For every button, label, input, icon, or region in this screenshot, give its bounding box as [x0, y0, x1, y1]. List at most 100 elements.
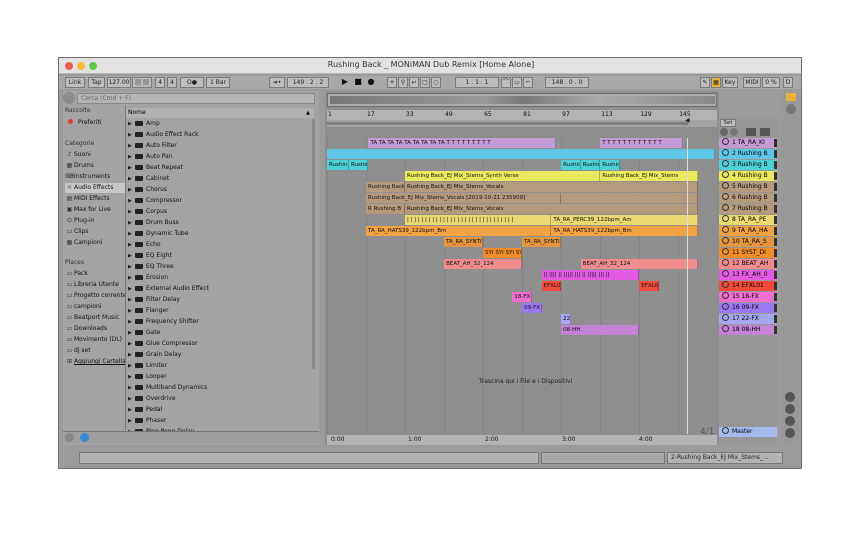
- browser-scrollbar[interactable]: [312, 119, 315, 369]
- arrangement-position[interactable]: 149 . 2 . 2: [287, 77, 329, 88]
- expand-arrow-icon[interactable]: ▶: [128, 152, 135, 162]
- arrangement-clip[interactable]: [561, 193, 698, 203]
- browser-item[interactable]: ▶ Auto Filter: [128, 141, 308, 151]
- loop-length-field[interactable]: 148 . 0 . 0: [545, 77, 589, 88]
- place-item[interactable]: ▭ Libreria Utente: [65, 280, 125, 290]
- sends-toggle-icon[interactable]: [785, 404, 795, 414]
- expand-arrow-icon[interactable]: ▶: [128, 141, 135, 151]
- arrangement-clip[interactable]: EFXL0: [639, 281, 659, 291]
- category-drums[interactable]: ▦ Drums: [65, 161, 125, 171]
- track-header[interactable]: 3 Rushing B: [719, 160, 777, 170]
- expand-arrow-icon[interactable]: ▶: [128, 130, 135, 140]
- track-header[interactable]: 9 TA_RA_HA: [719, 226, 777, 236]
- quantization-select[interactable]: 1 Bar: [206, 77, 230, 88]
- expand-arrow-icon[interactable]: ▶: [128, 383, 135, 393]
- category-suoni[interactable]: ♪ Suoni: [65, 150, 125, 160]
- browser-item[interactable]: ▶ Auto Pan: [128, 152, 308, 162]
- time-ruler[interactable]: [327, 435, 717, 445]
- stop-icon[interactable]: ■: [353, 77, 363, 88]
- track-header[interactable]: 14 EFXL01: [719, 281, 777, 291]
- expand-arrow-icon[interactable]: ▶: [128, 218, 135, 228]
- track-activator-icon[interactable]: [722, 303, 729, 310]
- expand-arrow-icon[interactable]: ▶: [128, 306, 135, 316]
- tempo-nudge[interactable]: ||| |||: [132, 77, 152, 88]
- link-button[interactable]: Link: [65, 77, 85, 88]
- computer-keyboard-icon[interactable]: ▦: [711, 77, 721, 88]
- expand-arrow-icon[interactable]: ▶: [128, 350, 135, 360]
- session-view-icon[interactable]: [786, 104, 796, 114]
- track-header[interactable]: 4 Rushing B: [719, 171, 777, 181]
- arrangement-clip[interactable]: Rushing Back_EJ Mix_Stems_Synth Verse: [405, 171, 601, 181]
- arrangement-clip[interactable]: TA_RA_SYNTI: [444, 237, 484, 247]
- browser-item[interactable]: ▶ Echo: [128, 240, 308, 250]
- arrangement-clip[interactable]: Rushin: [327, 160, 349, 170]
- metronome-button[interactable]: O●: [180, 77, 204, 88]
- expand-arrow-icon[interactable]: ▶: [128, 119, 135, 129]
- arrangement-clip[interactable]: SYI SYI SYI SYI: [483, 248, 523, 258]
- track-activator-icon[interactable]: [722, 171, 729, 178]
- arrangement-clip[interactable]: TA TA TA TA TA TA TA TA TA T T T T T T T…: [368, 138, 557, 148]
- clip-area[interactable]: Trascina qui i File e i Dispositivi TA T…: [327, 138, 717, 434]
- browser-item[interactable]: ▶ External Audio Effect: [128, 284, 308, 294]
- track-activator-icon[interactable]: [722, 270, 729, 277]
- browser-item[interactable]: ▶ Phaser: [128, 416, 308, 426]
- arrangement-clip[interactable]: TA_RA_HATS39_122bpm_Bm: [551, 226, 698, 236]
- track-header[interactable]: 8 TA_RA_PE: [719, 215, 777, 225]
- arrangement-clip[interactable]: 08-HH: [561, 325, 640, 335]
- expand-arrow-icon[interactable]: ▶: [128, 361, 135, 371]
- signature-numerator[interactable]: 4: [155, 77, 165, 88]
- track-header[interactable]: 7 Rushing B: [719, 204, 777, 214]
- expand-arrow-icon[interactable]: ▶: [128, 372, 135, 382]
- reenable-automation-icon[interactable]: ↩: [409, 77, 419, 88]
- info-view-icon[interactable]: [786, 93, 796, 101]
- place-item[interactable]: ⊞Aggiungi Cartella...: [65, 357, 125, 367]
- play-icon[interactable]: ▶: [340, 77, 350, 88]
- expand-arrow-icon[interactable]: ▶: [128, 339, 135, 349]
- track-activator-icon[interactable]: [722, 226, 729, 233]
- track-header[interactable]: 10 TA_RA_S: [719, 237, 777, 247]
- arrangement-clip[interactable]: [327, 149, 715, 159]
- expand-arrow-icon[interactable]: ▶: [128, 416, 135, 426]
- expand-arrow-icon[interactable]: ▶: [128, 185, 135, 195]
- browser-item[interactable]: ▶ Drum Buss: [128, 218, 308, 228]
- browser-item[interactable]: ▶ Overdrive: [128, 394, 308, 404]
- punch-out-icon[interactable]: ⌐: [523, 77, 533, 88]
- browser-toggle-icon[interactable]: [63, 92, 75, 104]
- sort-arrow-icon[interactable]: ▲: [306, 108, 310, 118]
- browser-item[interactable]: ▶ Pedal: [128, 405, 308, 415]
- loop-brace[interactable]: [327, 122, 688, 125]
- overview-strip[interactable]: [327, 93, 717, 107]
- browser-item[interactable]: ▶ Erosion: [128, 273, 308, 283]
- browser-item[interactable]: ▶ Glue Compressor: [128, 339, 308, 349]
- browser-item[interactable]: ▶ EQ Three: [128, 262, 308, 272]
- browser-item[interactable]: ▶ Flanger: [128, 306, 308, 316]
- detail-waveform-thumb[interactable]: [541, 452, 665, 464]
- expand-arrow-icon[interactable]: ▶: [128, 207, 135, 217]
- arrangement-clip[interactable]: Rushin: [561, 160, 581, 170]
- arrangement-clip[interactable]: T T T T T T T T T T T T: [600, 138, 684, 148]
- place-item[interactable]: ▭ Movimento (DL): [65, 335, 125, 345]
- arrangement-clip[interactable]: TA_RA_HATS39_122bpm_Bm: [366, 226, 552, 236]
- arrangement-clip[interactable]: TA_RA_SYNTI: [522, 237, 562, 247]
- arrangement-clip[interactable]: Rushin: [600, 160, 620, 170]
- arrangement-clip[interactable]: TA_RA_PERC39_122bpm_Am: [551, 215, 698, 225]
- collection-favorites[interactable]: Preferiti: [65, 118, 102, 128]
- arrangement-clip[interactable]: BEAT_AH_32_124: [580, 259, 698, 269]
- expand-arrow-icon[interactable]: ▶: [128, 251, 135, 261]
- record-icon[interactable]: ●: [366, 77, 376, 88]
- arrangement-clip[interactable]: | | | | | | | | | | | | | | | | | | | | …: [405, 215, 552, 225]
- browser-item[interactable]: ▶ Limiter: [128, 361, 308, 371]
- draw-mode-icon[interactable]: ✎: [700, 77, 710, 88]
- track-activator-icon[interactable]: [722, 292, 729, 299]
- add-icon[interactable]: [730, 128, 738, 136]
- track-header[interactable]: 16 09-FX: [719, 303, 777, 313]
- expand-arrow-icon[interactable]: ▶: [128, 273, 135, 283]
- browser-item[interactable]: ▶ EQ Eight: [128, 251, 308, 261]
- arrangement-clip[interactable]: R Rushing B: [366, 204, 406, 214]
- browser-item[interactable]: ▶ Multiband Dynamics: [128, 383, 308, 393]
- expand-arrow-icon[interactable]: ▶: [128, 240, 135, 250]
- place-item[interactable]: ▭ Beatport Music: [65, 313, 125, 323]
- signature-denominator[interactable]: 4: [167, 77, 177, 88]
- browser-item[interactable]: ▶ Corpus: [128, 207, 308, 217]
- track-activator-icon[interactable]: [722, 259, 729, 266]
